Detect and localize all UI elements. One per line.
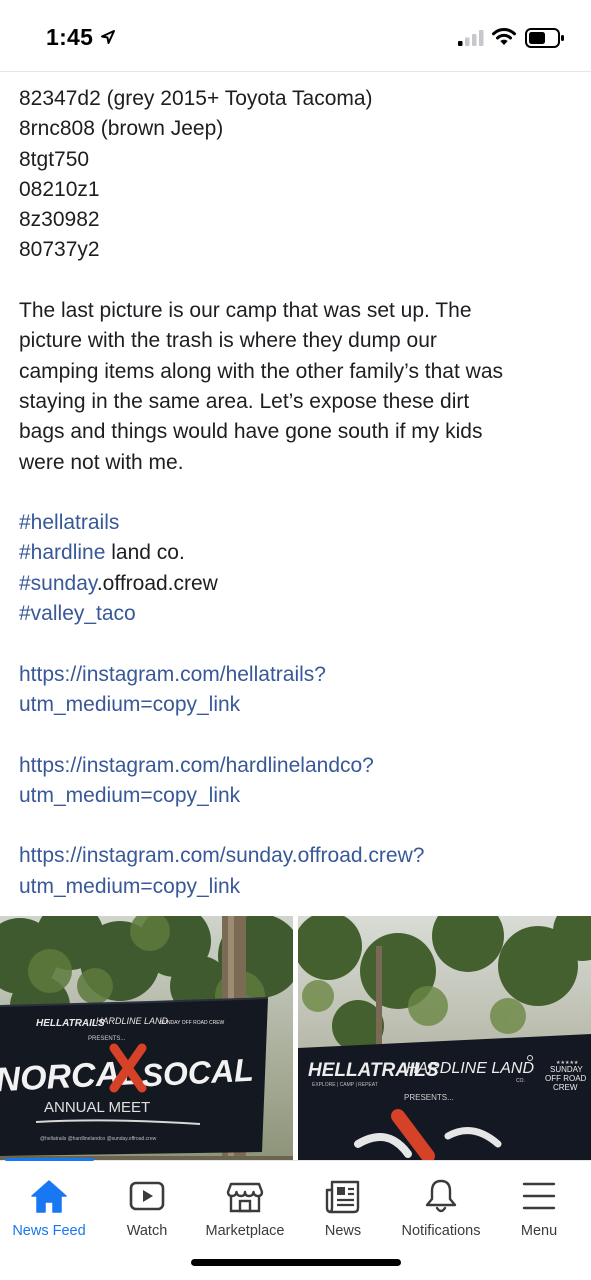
tab-notifications[interactable]: Notifications	[392, 1161, 490, 1251]
banner-brand-hardline: HARDLINE LAND	[96, 1016, 169, 1026]
hashtag-hellatrails[interactable]: #hellatrails	[19, 511, 119, 534]
post-photos: HELLATRAILS HARDLINE LAND SUNDAY OFF ROA…	[0, 916, 591, 1160]
hashtag-line: #hardline land co.	[19, 541, 185, 565]
banner-subtitle: ANNUAL MEET	[44, 1099, 150, 1116]
banner-handles: @hellatrails @hardlinelandco @sunday.off…	[40, 1136, 157, 1142]
hashtag-sunday[interactable]: #sunday	[19, 572, 97, 595]
tab-menu[interactable]: Menu	[490, 1161, 588, 1251]
plate-line: 8rnc808 (brown Jeep)	[19, 117, 224, 141]
banner-crew-line3: CREW	[553, 1083, 578, 1092]
banner-brand-hardline: HARDLINE LAND	[406, 1060, 534, 1077]
tab-marketplace[interactable]: Marketplace	[196, 1161, 294, 1251]
hashtag-line: #hellatrails	[19, 508, 574, 538]
tab-news-feed[interactable]: News Feed	[0, 1161, 98, 1251]
home-icon	[31, 1180, 67, 1213]
home-indicator	[191, 1259, 401, 1266]
status-bar: 1:45	[0, 0, 591, 70]
plate-line: 08210z1	[19, 177, 100, 201]
svg-text:★★★★★: ★★★★★	[556, 1060, 579, 1066]
post-text: 82347d2 (grey 2015+ Toyota Tacoma) 8rnc8…	[19, 84, 574, 902]
watch-icon	[129, 1181, 165, 1211]
hashtag-line: #sunday.offroad.crew	[19, 571, 218, 595]
banner-presents: PRESENTS...	[404, 1093, 454, 1102]
wifi-icon	[492, 28, 516, 45]
banner-presents: PRESENTS...	[88, 1036, 126, 1042]
news-icon	[325, 1180, 360, 1214]
banner-brand-hardline-co: CO.	[516, 1078, 525, 1084]
banner-tagline: EXPLORE | CAMP | REPEAT	[312, 1082, 378, 1088]
menu-icon	[522, 1182, 556, 1210]
instagram-link-sunday-offroad-crew[interactable]: https://instagram.com/sunday.offroad.cre…	[19, 841, 574, 902]
photo-camp-banner[interactable]: HELLATRAILS HARDLINE LAND SUNDAY OFF ROA…	[0, 916, 293, 1160]
hashtag-line: #valley_taco	[19, 599, 574, 629]
plate-line: 8z30982	[19, 208, 100, 232]
cellular-signal-icon	[458, 30, 484, 46]
hashtag-valley-taco[interactable]: #valley_taco	[19, 602, 136, 625]
marketplace-icon	[226, 1182, 264, 1213]
plate-line: 82347d2 (grey 2015+ Toyota Tacoma)	[19, 87, 373, 110]
banner-crew-line1: SUNDAY	[550, 1065, 583, 1074]
header-divider	[0, 71, 591, 72]
location-arrow-icon	[101, 30, 115, 44]
tab-watch[interactable]: Watch	[98, 1161, 196, 1251]
tab-label: Menu	[520, 1223, 558, 1239]
post-body: The last picture is our camp that was se…	[19, 299, 504, 474]
battery-icon	[525, 28, 564, 48]
hashtag-hardline[interactable]: #hardline	[19, 541, 105, 564]
banner-crew-line2: OFF ROAD	[545, 1074, 587, 1083]
banner-brand-sunday: SUNDAY OFF ROAD CREW	[160, 1020, 225, 1026]
status-time: 1:45	[46, 24, 94, 50]
plate-line: 80737y2	[19, 238, 100, 262]
banner-title-socal: SOCAL	[141, 1052, 255, 1094]
instagram-link-hardlinelandco[interactable]: https://instagram.com/hardlinelandco? ut…	[19, 751, 574, 812]
plate-line: 8tgt750	[19, 147, 90, 171]
bell-icon	[425, 1179, 457, 1213]
photo-banner-closeup[interactable]: HELLATRAILS EXPLORE | CAMP | REPEAT HARD…	[298, 916, 591, 1160]
tab-news[interactable]: News	[294, 1161, 392, 1251]
banner-brand-hellatrails: HELLATRAILS	[36, 1018, 105, 1029]
instagram-link-hellatrails[interactable]: https://instagram.com/hellatrails? utm_m…	[19, 660, 574, 721]
